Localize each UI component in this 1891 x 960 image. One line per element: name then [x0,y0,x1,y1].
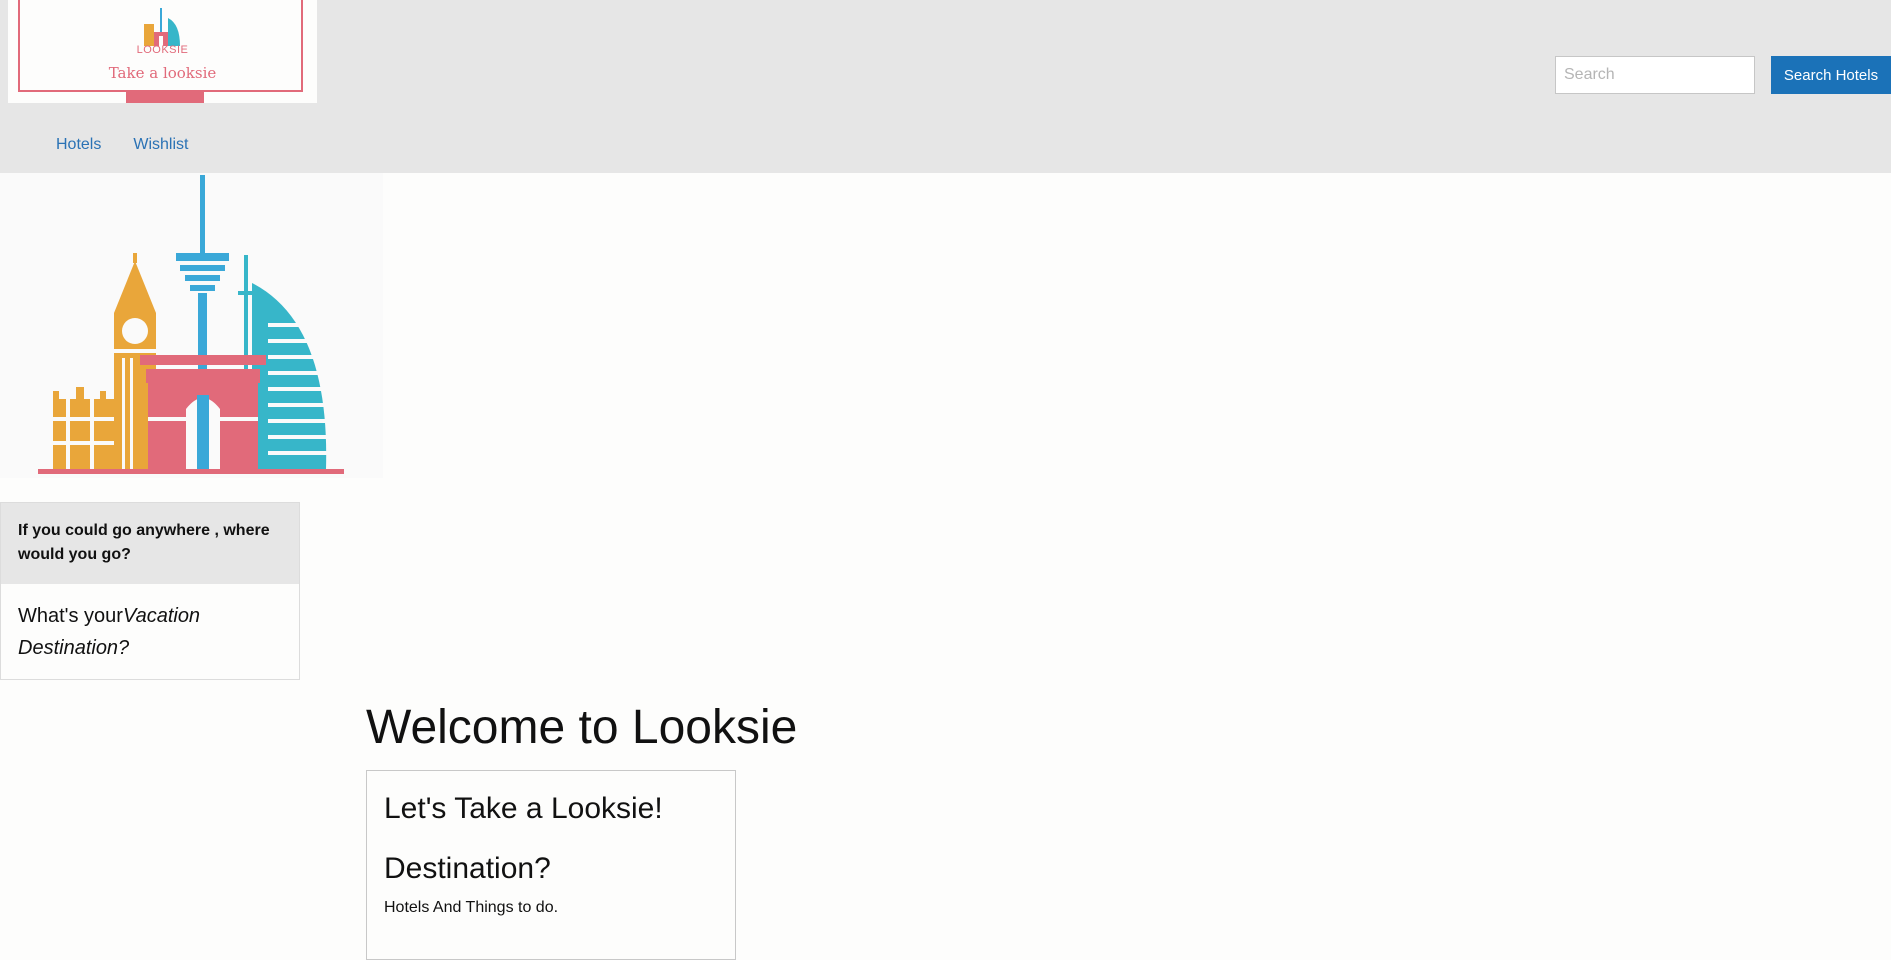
site-header: LOOKSIE Take a looksie Search Hotels Hot… [0,0,1891,173]
logo[interactable]: LOOKSIE Take a looksie [8,0,317,103]
destination-question-panel: If you could go anywhere , where would y… [0,502,300,680]
question-body: What's yourVacation Destination? [1,584,299,664]
logo-ribbon [126,90,204,103]
search-input[interactable] [1555,56,1755,94]
question-prefix: What's your [18,605,123,627]
main-nav: Hotels Wishlist [56,136,188,154]
card-title: Let's Take a Looksie! [384,792,663,825]
hero-image [0,173,383,478]
search-hotels-button[interactable]: Search Hotels [1771,56,1891,94]
logo-small-text: LOOKSIE [136,44,189,56]
intro-card: Let's Take a Looksie! Destination? Hotel… [366,770,736,960]
card-subtitle: Destination? [384,852,551,885]
nav-item-wishlist[interactable]: Wishlist [133,136,188,154]
logo-tagline: Take a looksie [108,64,217,82]
card-text: Hotels And Things to do. [384,899,559,916]
page-title: Welcome to Looksie [366,701,798,754]
city-skyline-illustration [38,175,344,474]
question-heading: If you could go anywhere , where would y… [1,503,299,584]
nav-item-hotels[interactable]: Hotels [56,136,101,154]
